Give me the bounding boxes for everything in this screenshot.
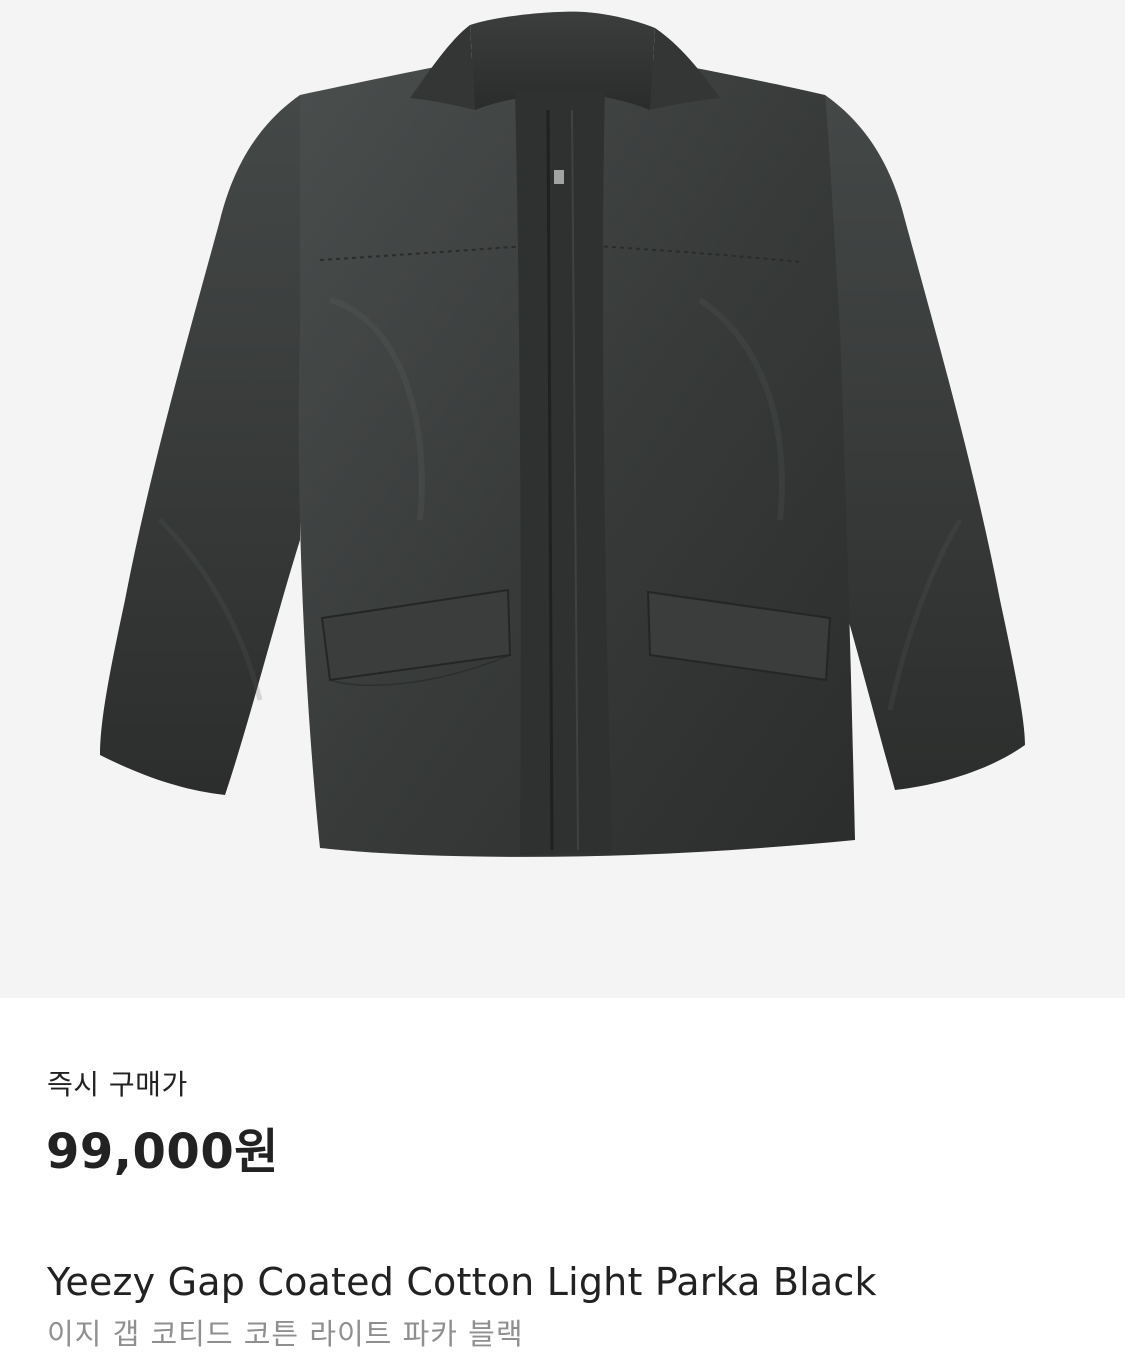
instant-buy-price: 99,000원: [46, 1124, 279, 1180]
left-sleeve: [100, 95, 300, 795]
product-image-area[interactable]: [0, 0, 1125, 998]
product-name-english[interactable]: Yeezy Gap Coated Cotton Light Parka Blac…: [47, 1256, 877, 1308]
right-sleeve: [825, 95, 1025, 790]
instant-buy-price-label: 즉시 구매가: [47, 1068, 188, 1101]
product-name-korean[interactable]: 이지 갭 코티드 코튼 라이트 파카 블랙: [47, 1314, 524, 1354]
jacket-placket: [515, 90, 612, 855]
product-image: [100, 11, 1025, 857]
product-info: 즉시 구매가 99,000원 Yeezy Gap Coated Cotton L…: [0, 998, 1125, 1366]
